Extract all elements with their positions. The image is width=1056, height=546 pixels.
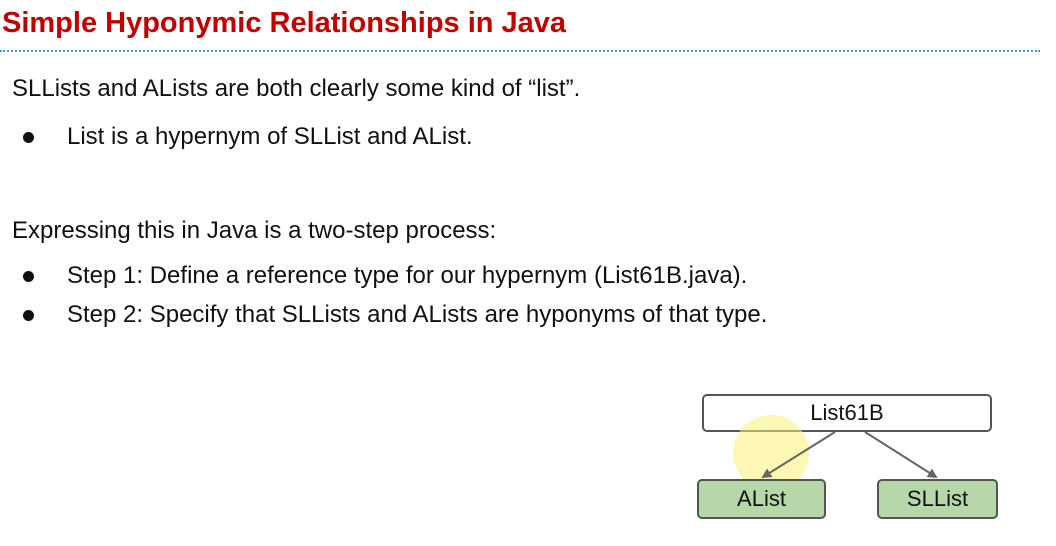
- arrow-to-sllist: [864, 431, 938, 479]
- slide-title: Simple Hyponymic Relationships in Java: [2, 7, 567, 39]
- title-divider: [0, 50, 1040, 52]
- bullet-text: Step 1: Define a reference type for our …: [67, 262, 748, 289]
- bullet-dot-icon: [23, 132, 34, 143]
- bullet-text: Step 2: Specify that SLLists and ALists …: [67, 301, 768, 328]
- hierarchy-diagram: List61B AList SLList: [690, 388, 1010, 528]
- process-intro-text: Expressing this in Java is a two-step pr…: [12, 217, 497, 244]
- bullet-text: List is a hypernym of SLList and AList.: [67, 123, 473, 150]
- bullet-dot-icon: [23, 271, 34, 282]
- bullet-dot-icon: [23, 310, 34, 321]
- node-alist: AList: [697, 479, 826, 519]
- arrow-to-alist: [761, 431, 836, 479]
- node-sllist: SLList: [877, 479, 998, 519]
- intro-text: SLLists and ALists are both clearly some…: [12, 75, 581, 102]
